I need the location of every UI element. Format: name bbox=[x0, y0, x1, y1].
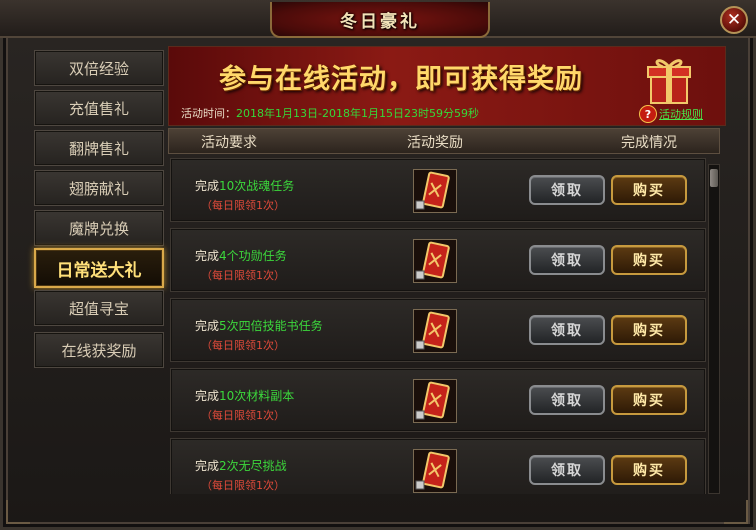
task-highlight: 2次无尽挑战 bbox=[219, 459, 287, 473]
sidebar-item-flip-card-gift[interactable]: 翻牌售礼 bbox=[34, 130, 164, 166]
claim-button[interactable]: 领取 bbox=[529, 315, 605, 345]
frame-corner-ornament bbox=[6, 500, 30, 524]
claim-button[interactable]: 领取 bbox=[529, 385, 605, 415]
title-plate: 冬日豪礼 bbox=[270, 2, 490, 38]
task-prefix: 完成 bbox=[195, 389, 220, 403]
task-highlight: 10次材料副本 bbox=[219, 389, 295, 403]
task-description: 完成2次无尽挑战 bbox=[195, 457, 287, 474]
red-card-icon[interactable] bbox=[413, 169, 457, 213]
sidebar-item-label: 在线获奖励 bbox=[61, 341, 137, 360]
sidebar-item-label: 翻牌售礼 bbox=[68, 139, 129, 158]
rules-link[interactable]: ? 活动规则 bbox=[639, 105, 703, 123]
event-time-label: 活动时间： bbox=[181, 107, 236, 120]
table-row: 完成10次战魂任务 （每日限领1次） 领取 购买 bbox=[170, 158, 706, 222]
column-header-reward: 活动奖励 bbox=[407, 135, 463, 151]
task-list: 完成10次战魂任务 （每日限领1次） 领取 购买 完成4个功勋任务 （每日限领1… bbox=[170, 158, 706, 494]
sidebar-item-label: 日常送大礼 bbox=[56, 260, 142, 281]
event-time: 活动时间：2018年1月13日-2018年1月15日23时59分59秒 bbox=[181, 105, 479, 121]
task-description: 完成4个功勋任务 bbox=[195, 247, 287, 264]
buy-button[interactable]: 购买 bbox=[611, 385, 687, 415]
claim-button[interactable]: 领取 bbox=[529, 455, 605, 485]
task-limit: （每日限领1次） bbox=[201, 269, 285, 282]
task-prefix: 完成 bbox=[195, 319, 220, 333]
table-header: 活动要求 活动奖励 完成情况 bbox=[168, 128, 720, 154]
table-row: 完成2次无尽挑战 （每日限领1次） 领取 购买 bbox=[170, 438, 706, 494]
task-highlight: 5次四倍技能书任务 bbox=[219, 319, 323, 333]
table-row: 完成10次材料副本 （每日限领1次） 领取 购买 bbox=[170, 368, 706, 432]
rules-link-label: 活动规则 bbox=[659, 108, 703, 121]
close-icon: ✕ bbox=[726, 9, 742, 30]
red-card-icon[interactable] bbox=[413, 379, 457, 423]
help-icon: ? bbox=[639, 105, 657, 123]
sidebar-item-label: 超值寻宝 bbox=[68, 299, 129, 318]
sidebar-item-recharge-gift[interactable]: 充值售礼 bbox=[34, 90, 164, 126]
red-card-icon[interactable] bbox=[413, 449, 457, 493]
sidebar: 双倍经验 充值售礼 翻牌售礼 翅膀献礼 魔牌兑换 日常送大礼 超值寻宝 在线获奖… bbox=[32, 46, 166, 494]
column-header-status: 完成情况 bbox=[621, 135, 677, 151]
sidebar-item-wing-gift[interactable]: 翅膀献礼 bbox=[34, 170, 164, 206]
sidebar-item-magic-card-exchange[interactable]: 魔牌兑换 bbox=[34, 210, 164, 246]
task-limit: （每日限领1次） bbox=[201, 339, 285, 352]
close-button[interactable]: ✕ bbox=[720, 6, 748, 34]
sidebar-item-label: 翅膀献礼 bbox=[68, 179, 129, 198]
sidebar-item-label: 双倍经验 bbox=[68, 59, 129, 78]
sidebar-item-treasure-hunt[interactable]: 超值寻宝 bbox=[34, 290, 164, 326]
red-card-icon[interactable] bbox=[413, 239, 457, 283]
frame-corner-ornament bbox=[724, 500, 748, 524]
claim-button[interactable]: 领取 bbox=[529, 245, 605, 275]
task-limit: （每日限领1次） bbox=[201, 409, 285, 422]
event-time-value: 2018年1月13日-2018年1月15日23时59分59秒 bbox=[236, 107, 479, 120]
task-highlight: 10次战魂任务 bbox=[219, 179, 295, 193]
claim-button[interactable]: 领取 bbox=[529, 175, 605, 205]
task-description: 完成5次四倍技能书任务 bbox=[195, 317, 323, 334]
gift-box-icon bbox=[643, 53, 697, 107]
table-row: 完成4个功勋任务 （每日限领1次） 领取 购买 bbox=[170, 228, 706, 292]
buy-button[interactable]: 购买 bbox=[611, 315, 687, 345]
buy-button[interactable]: 购买 bbox=[611, 175, 687, 205]
sidebar-item-label: 充值售礼 bbox=[68, 99, 129, 118]
title-bar: 冬日豪礼 bbox=[0, 0, 756, 38]
scroll-thumb[interactable] bbox=[710, 169, 718, 187]
task-prefix: 完成 bbox=[195, 459, 220, 473]
banner-headline: 参与在线活动，即可获得奖励 bbox=[219, 64, 583, 95]
task-limit: （每日限领1次） bbox=[201, 199, 285, 212]
task-description: 完成10次战魂任务 bbox=[195, 177, 294, 194]
task-highlight: 4个功勋任务 bbox=[219, 249, 287, 263]
window-title: 冬日豪礼 bbox=[340, 11, 420, 32]
task-limit: （每日限领1次） bbox=[201, 479, 285, 492]
sidebar-item-online-reward[interactable]: 在线获奖励 bbox=[34, 332, 164, 368]
buy-button[interactable]: 购买 bbox=[611, 455, 687, 485]
sidebar-item-double-exp[interactable]: 双倍经验 bbox=[34, 50, 164, 86]
event-banner: 参与在线活动，即可获得奖励 活动时间：2018年1月13日-2018年1月15日… bbox=[168, 46, 726, 126]
task-description: 完成10次材料副本 bbox=[195, 387, 294, 404]
task-prefix: 完成 bbox=[195, 249, 220, 263]
table-row: 完成5次四倍技能书任务 （每日限领1次） 领取 购买 bbox=[170, 298, 706, 362]
sidebar-item-daily-gift[interactable]: 日常送大礼 bbox=[34, 248, 164, 288]
sidebar-item-label: 魔牌兑换 bbox=[68, 219, 129, 238]
task-prefix: 完成 bbox=[195, 179, 220, 193]
buy-button[interactable]: 购买 bbox=[611, 245, 687, 275]
column-header-requirement: 活动要求 bbox=[201, 135, 257, 151]
scrollbar[interactable] bbox=[708, 164, 720, 494]
red-card-icon[interactable] bbox=[413, 309, 457, 353]
